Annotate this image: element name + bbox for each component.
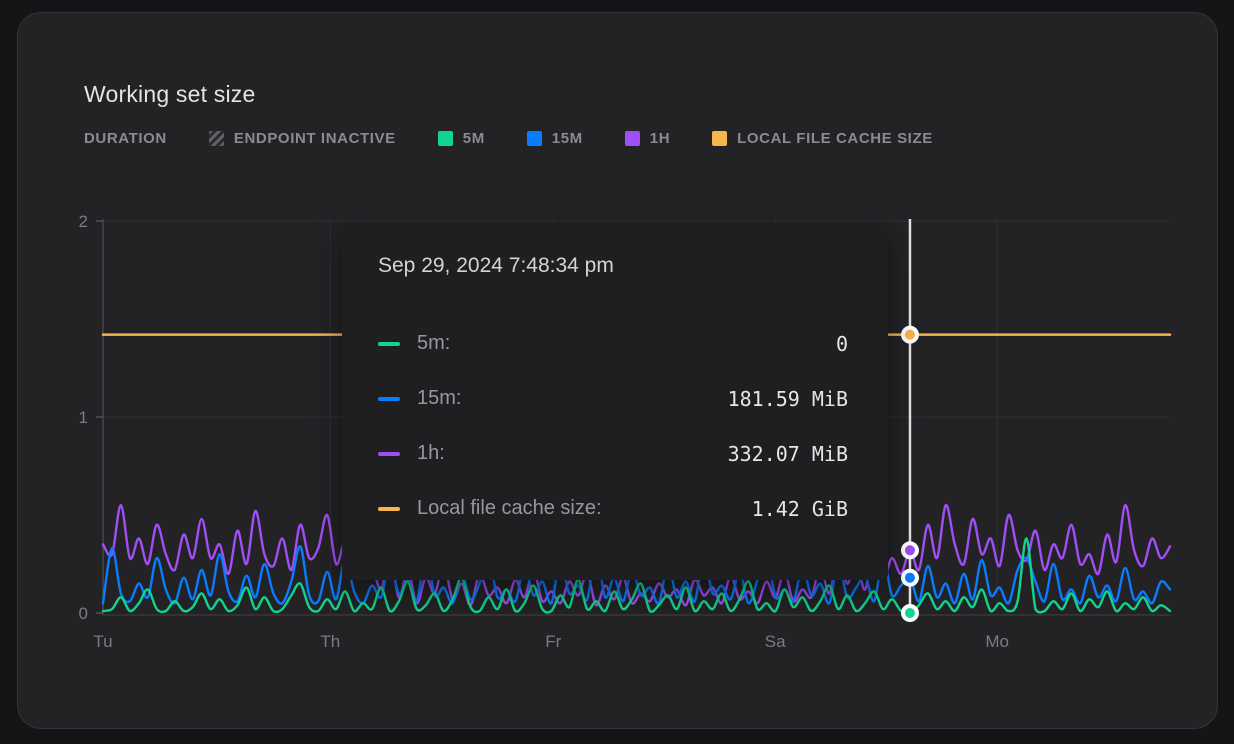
tooltip-row-local-file-cache-size: Local file cache size: 1.42 GiB <box>378 481 848 536</box>
series-dash-icon <box>378 507 400 511</box>
y-tick-label: 2 <box>79 212 88 231</box>
tooltip-row-value: 1.42 GiB <box>752 497 848 521</box>
series-dash-icon <box>378 452 400 456</box>
y-tick-label: 1 <box>79 408 88 427</box>
tooltip-timestamp: Sep 29, 2024 7:48:34 pm <box>378 254 848 278</box>
x-tick-label: Fr <box>545 632 561 651</box>
highlight-dot-5m <box>905 608 915 618</box>
tooltip-row-5m: 5m: 0 <box>378 316 848 371</box>
tooltip-row-value: 0 <box>836 332 848 356</box>
tooltip-row-label: 15m: <box>417 387 461 410</box>
tooltip-row-label: 1h: <box>417 442 445 465</box>
x-tick-label: Th <box>320 632 340 651</box>
highlight-dot-local-file-cache-size <box>905 330 915 340</box>
highlight-dot-15m <box>905 573 915 583</box>
y-tick-label: 0 <box>79 604 88 623</box>
tooltip-row-value: 332.07 MiB <box>728 442 848 466</box>
tooltip-row-label: Local file cache size: <box>417 497 602 520</box>
tooltip-row-label: 5m: <box>417 332 450 355</box>
chart-tooltip: Sep 29, 2024 7:48:34 pm 5m: 0 15m: 181.5… <box>342 224 888 580</box>
series-dash-icon <box>378 397 400 401</box>
highlight-dot-1h <box>905 545 915 555</box>
x-tick-label: Tu <box>93 632 112 651</box>
tooltip-row-15m: 15m: 181.59 MiB <box>378 371 848 426</box>
tooltip-row-value: 181.59 MiB <box>728 387 848 411</box>
tooltip-row-1h: 1h: 332.07 MiB <box>378 426 848 481</box>
x-tick-label: Mo <box>985 632 1009 651</box>
x-tick-label: Sa <box>765 632 786 651</box>
series-dash-icon <box>378 342 400 346</box>
